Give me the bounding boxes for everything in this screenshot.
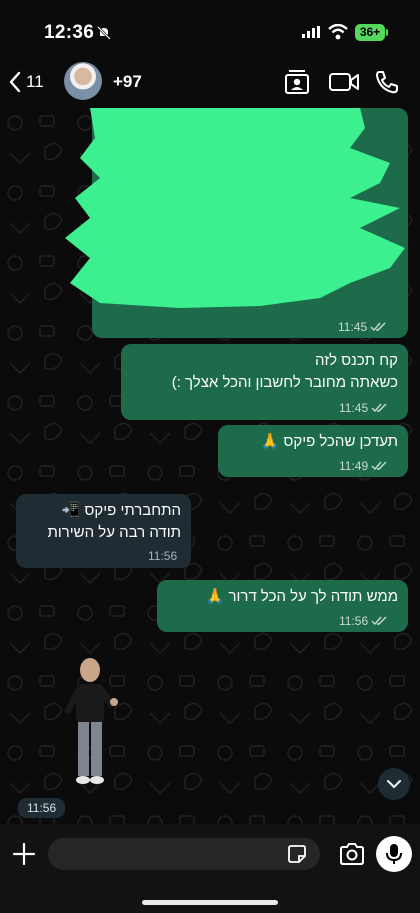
message-input[interactable]: [48, 838, 320, 870]
status-time: 12:36: [44, 22, 95, 43]
unread-count: 11: [26, 72, 44, 91]
status-bar: 12:36 36+: [0, 0, 420, 56]
sticker-time: 11:56: [18, 798, 66, 818]
back-button[interactable]: 11: [8, 68, 54, 96]
camera-icon[interactable]: [339, 843, 365, 865]
chevron-down-icon: [387, 779, 401, 788]
avatar-sticker[interactable]: [60, 656, 120, 792]
double-check-icon: [371, 616, 387, 626]
message-meta: 11:49: [339, 459, 387, 473]
message-meta: 11:56: [148, 549, 177, 563]
wifi-icon: [328, 24, 348, 40]
battery-cap: [386, 29, 388, 36]
message-bubble-incoming[interactable]: התחברתי פיקס 📲 תודה רבה על השירות 11:56: [16, 494, 191, 568]
double-check-icon: [371, 461, 387, 471]
battery-indicator: 36+: [355, 24, 385, 41]
home-indicator: [142, 900, 278, 905]
sticker-icon[interactable]: [288, 845, 306, 863]
message-text: קח תכנס לזה כשאתה מחובר לחשבון והכל אצלך…: [171, 352, 398, 391]
double-check-icon: [371, 403, 387, 413]
message-meta: 11:45: [338, 320, 386, 334]
microphone-button[interactable]: [376, 836, 412, 872]
phone-call-icon[interactable]: [374, 69, 400, 95]
message-time: 11:45: [339, 401, 369, 415]
chevron-left-icon: [9, 71, 21, 93]
message-time: 11:56: [339, 614, 369, 628]
double-check-icon: [370, 322, 386, 332]
chat-area[interactable]: 11:45 קח תכנס לזה כשאתה מחובר לחשבון והכ…: [0, 108, 420, 824]
message-time: 11:56: [148, 549, 178, 563]
message-time: 11:45: [338, 320, 368, 334]
chat-header: 11 +97: [0, 56, 420, 108]
contact-avatar[interactable]: [64, 62, 102, 100]
scroll-down-button[interactable]: [378, 768, 410, 800]
plus-icon[interactable]: [12, 842, 36, 866]
microphone-icon: [386, 844, 402, 864]
message-text: ממש תודה לך על הכל דרור 🙏: [205, 588, 398, 605]
cellular-signal-icon: [302, 26, 320, 38]
video-call-icon[interactable]: [328, 69, 360, 95]
contact-name[interactable]: +97: [113, 72, 142, 92]
message-bubble[interactable]: תעדכן שהכל פיקס 🙏 11:49: [218, 425, 408, 477]
message-text: התחברתי פיקס 📲 תודה רבה על השירות: [47, 502, 181, 541]
message-bubble[interactable]: ממש תודה לך על הכל דרור 🙏 11:56: [157, 580, 408, 632]
message-meta: 11:45: [339, 401, 387, 415]
redaction-scribble: [65, 108, 405, 308]
bell-off-icon: [97, 26, 111, 40]
message-text: תעדכן שהכל פיקס 🙏: [260, 433, 398, 450]
message-meta: 11:56: [339, 614, 387, 628]
input-bar: [0, 824, 420, 913]
message-time: 11:49: [339, 459, 369, 473]
contact-card-icon[interactable]: [283, 69, 311, 95]
message-bubble[interactable]: קח תכנס לזה כשאתה מחובר לחשבון והכל אצלך…: [121, 344, 408, 420]
